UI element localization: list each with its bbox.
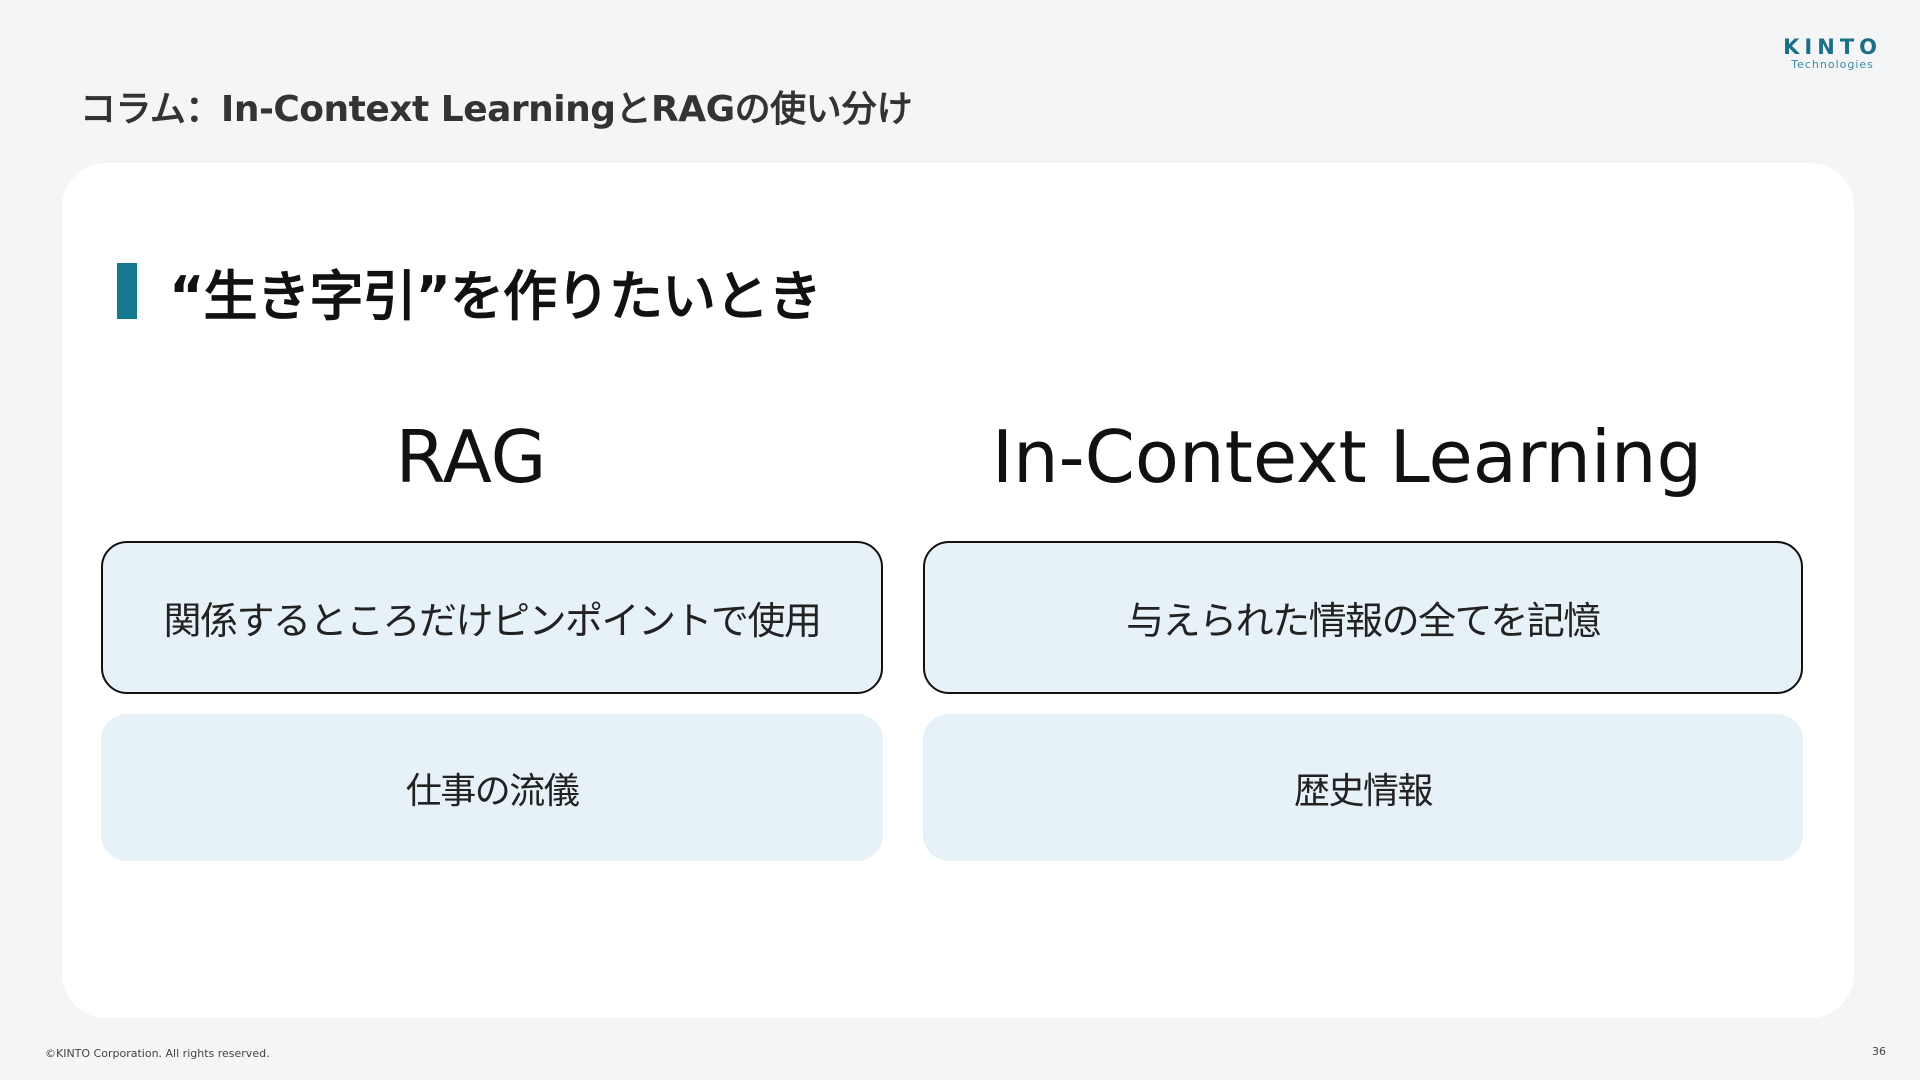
logo-subtitle: Technologies	[1791, 58, 1874, 71]
section-title: “生き字引”を作りたいとき	[169, 264, 822, 328]
icl-description-box: 与えられた情報の全てを記憶	[923, 541, 1803, 694]
copyright-notice: ©KINTO Corporation. All rights reserved.	[45, 1047, 270, 1060]
content-card: “生き字引”を作りたいとき RAG In-Context Learning 関係…	[62, 163, 1854, 1018]
section-heading: “生き字引”を作りたいとき	[117, 263, 822, 328]
icl-example-box: 歴史情報	[923, 714, 1803, 861]
icl-column-title: In-Context Learning	[991, 415, 1703, 499]
page-number: 36	[1872, 1045, 1886, 1058]
logo-wordmark: KINTO	[1783, 35, 1882, 59]
slide-title: コラム：In-Context LearningとRAGの使い分け	[80, 89, 913, 130]
rag-description-box: 関係するところだけピンポイントで使用	[101, 541, 883, 694]
kinto-technologies-logo: KINTO Technologies	[1783, 36, 1882, 72]
rag-column-title: RAG	[395, 415, 547, 499]
rag-example-box: 仕事の流儀	[101, 714, 883, 861]
section-accent-bar	[117, 263, 137, 319]
